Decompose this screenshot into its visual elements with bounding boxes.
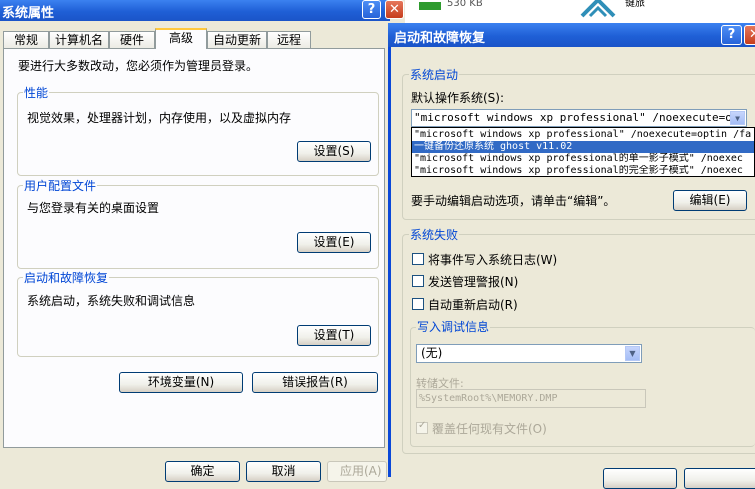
- os-option[interactable]: "microsoft windows xp professional" /noe…: [412, 129, 754, 141]
- title-bar[interactable]: 系统属性 ?: [0, 0, 390, 21]
- log-event-checkbox[interactable]: [412, 253, 424, 265]
- os-dropdown-list: "microsoft windows xp professional" /noe…: [411, 127, 755, 177]
- debug-info-title: 写入调试信息: [416, 318, 491, 335]
- dialog-title-bar[interactable]: 启动和故障恢复 ? ✕: [388, 23, 755, 47]
- background-text: 键旅: [625, 0, 645, 9]
- environment-variables-button[interactable]: 环境变量(N): [119, 372, 243, 393]
- send-alert-checkbox[interactable]: [412, 275, 424, 287]
- send-alert-label: 发送管理警报(N): [428, 275, 519, 289]
- dialog-title: 启动和故障恢复: [394, 31, 486, 46]
- dialog-help-button[interactable]: ?: [721, 25, 742, 45]
- performance-settings-button[interactable]: 设置(S): [297, 141, 371, 162]
- error-reporting-button[interactable]: 错误报告(R): [252, 372, 378, 393]
- default-os-select[interactable]: "microsoft windows xp professional" /noe…: [411, 109, 747, 127]
- dialog-close-button[interactable]: ✕: [744, 25, 755, 45]
- window-title: 系统属性: [2, 6, 55, 21]
- default-os-selected: "microsoft windows xp professional" /noe…: [414, 111, 747, 124]
- admin-note: 要进行大多数改动，您必须作为管理员登录。: [18, 59, 259, 73]
- debug-info-selected: (无): [421, 346, 443, 360]
- os-option-selected[interactable]: 一键备份还原系统 ghost v11.02: [412, 141, 754, 153]
- tab-general[interactable]: 常规: [3, 31, 49, 48]
- system-failure-title: 系统失败: [409, 226, 460, 243]
- log-event-label: 将事件写入系统日志(W): [428, 253, 558, 267]
- apply-button[interactable]: 应用(A): [327, 461, 387, 482]
- startup-recovery-title: 启动和故障恢复: [23, 269, 110, 286]
- performance-group: 视觉效果，处理器计划，内存使用，以及虚拟内存 设置(S): [17, 92, 379, 176]
- auto-restart-checkbox[interactable]: [412, 298, 424, 310]
- close-button[interactable]: ✕: [385, 0, 404, 19]
- performance-desc: 视觉效果，处理器计划，内存使用，以及虚拟内存: [27, 111, 292, 125]
- system-startup-title: 系统启动: [409, 66, 460, 83]
- ok-button[interactable]: 确定: [165, 461, 240, 482]
- user-profiles-desc: 与您登录有关的桌面设置: [27, 201, 160, 215]
- os-option[interactable]: "microsoft windows xp professional的单一影子模…: [412, 153, 754, 165]
- tab-panel-advanced: 要进行大多数改动，您必须作为管理员登录。 视觉效果，处理器计划，内存使用，以及虚…: [3, 48, 385, 448]
- tab-computer-name[interactable]: 计算机名: [49, 31, 109, 48]
- os-option[interactable]: "microsoft windows xp professional的完全影子模…: [412, 165, 754, 176]
- app-logo-icon: [580, 0, 616, 18]
- user-profiles-settings-button[interactable]: 设置(E): [297, 232, 371, 253]
- user-profiles-group: 与您登录有关的桌面设置 设置(E): [17, 185, 379, 269]
- tab-auto-update[interactable]: 自动更新: [207, 31, 267, 48]
- help-button[interactable]: ?: [362, 0, 381, 19]
- dialog-ok-button[interactable]: [603, 468, 677, 489]
- dump-file-field[interactable]: %SystemRoot%\MEMORY.DMP: [416, 389, 646, 408]
- cancel-button[interactable]: 取消: [246, 461, 321, 482]
- user-profiles-title: 用户配置文件: [23, 177, 98, 194]
- tab-remote[interactable]: 远程: [267, 31, 311, 48]
- tab-hardware[interactable]: 硬件: [109, 31, 155, 48]
- tab-advanced[interactable]: 高级: [155, 28, 207, 49]
- dialog-cancel-button[interactable]: [684, 468, 755, 489]
- system-properties-window: 系统属性 ? ✕ 常规 计算机名 硬件 高级 自动更新 远程 要进行大多数改动，…: [0, 0, 404, 482]
- debug-info-select[interactable]: (无) ▼: [416, 344, 642, 363]
- overwrite-checkbox[interactable]: ✓: [416, 420, 428, 434]
- startup-recovery-group: 系统启动，系统失败和调试信息 设置(T): [17, 277, 379, 357]
- edit-button[interactable]: 编辑(E): [673, 190, 747, 211]
- chevron-down-icon[interactable]: ▼: [625, 346, 640, 361]
- performance-title: 性能: [23, 84, 50, 101]
- check-icon: ✓: [418, 420, 427, 431]
- progress-icon: [419, 2, 441, 10]
- startup-recovery-settings-button[interactable]: 设置(T): [297, 325, 371, 346]
- startup-recovery-desc: 系统启动，系统失败和调试信息: [27, 294, 196, 308]
- chevron-down-icon[interactable]: ▼: [730, 111, 745, 125]
- edit-hint: 要手动编辑启动选项，请单击“编辑”。: [411, 194, 616, 208]
- default-os-label: 默认操作系统(S):: [411, 91, 505, 105]
- background-window: 530 KB 键旅: [405, 0, 755, 23]
- file-size-text: 530 KB: [447, 0, 483, 9]
- auto-restart-label: 自动重新启动(R): [428, 298, 518, 312]
- overwrite-label: 覆盖任何现有文件(O): [432, 422, 547, 436]
